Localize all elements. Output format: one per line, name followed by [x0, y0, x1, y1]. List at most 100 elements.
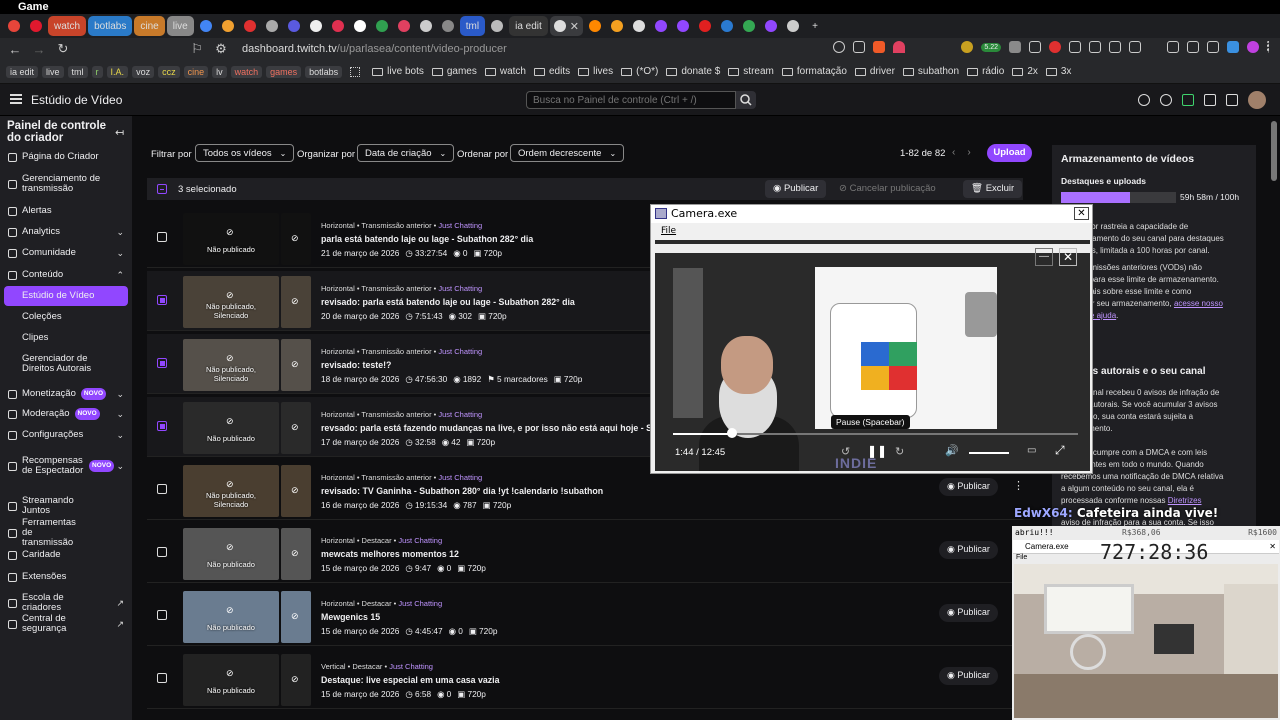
sidebar-subitem[interactable]: Clipes [0, 333, 132, 343]
zoom-icon[interactable] [833, 41, 846, 53]
extension-badge[interactable]: 5.22 [981, 42, 1001, 52]
help-icon[interactable] [1160, 94, 1172, 106]
video-row-checkbox[interactable] [157, 421, 167, 431]
next-page-icon[interactable]: › [967, 147, 982, 158]
sidebar-item[interactable]: Recompensas de Espectador NOVO ⌄ [0, 456, 132, 476]
browser-tab[interactable] [306, 16, 326, 36]
pause-button[interactable]: ❚❚ [867, 444, 887, 458]
bookmark-icon[interactable]: ⚐ [190, 41, 204, 57]
bookmark-pill[interactable]: botlabs [305, 65, 343, 78]
browser-tab[interactable] [761, 16, 781, 36]
publish-button[interactable]: ◉ Publicar [939, 667, 998, 685]
browser-tab[interactable] [284, 16, 304, 36]
publish-button[interactable]: ◉ Publicar [939, 541, 998, 559]
browser-tab[interactable] [394, 16, 414, 36]
browser-tab[interactable] [695, 16, 715, 36]
brave-shield-icon[interactable] [873, 41, 886, 53]
fullscreen-icon[interactable]: ⤢ [1055, 443, 1065, 458]
bookmark-pill[interactable]: I.A. [106, 65, 129, 78]
video-row-checkbox[interactable] [157, 484, 167, 494]
help-link[interactable]: acesse nosso [1174, 299, 1223, 308]
video-title[interactable]: Destaque: live especial em uma casa vazi… [321, 675, 499, 685]
camera-close-button[interactable]: ✕ [1074, 207, 1089, 220]
captions-icon[interactable]: ▭ [1027, 445, 1036, 456]
sidebar-item[interactable]: Moderação NOVO ⌄ [0, 408, 132, 420]
video-row[interactable]: ⊘ Não publicado ⊘ Horizontal • Destacar • J… [147, 523, 1023, 583]
video-thumbnail[interactable]: ⊘ Não publicado, Silenciado [183, 339, 279, 391]
bookmark-pill[interactable]: live [42, 65, 64, 78]
sidebar-subitem[interactable]: Coleções [0, 312, 132, 322]
bulk-delete-button[interactable]: 🗑 Excluir [963, 180, 1023, 198]
extension-icon[interactable] [1089, 41, 1101, 53]
extension-icon[interactable] [1129, 41, 1141, 53]
bookmark-folder[interactable]: edits [533, 66, 570, 77]
more-options-icon[interactable]: ⋮ [1013, 479, 1024, 492]
search-input[interactable] [526, 91, 736, 109]
bookmark-folder[interactable]: donate $ [666, 66, 720, 77]
extension-icon[interactable] [1029, 41, 1041, 53]
video-progress-handle[interactable] [727, 428, 737, 438]
bookmark-folder[interactable]: games [431, 66, 477, 77]
browser-tab[interactable] [416, 16, 436, 36]
video-row[interactable]: ⊘ Não publicado ⊘ Vertical • Destacar • Jus… [147, 649, 1023, 709]
extension-icon[interactable] [1207, 41, 1219, 53]
video-title[interactable]: Mewgenics 15 [321, 612, 380, 622]
sidebar-toggle-icon[interactable] [1167, 41, 1179, 53]
close-tab-icon[interactable]: ✕ [570, 20, 579, 33]
sidebar-subitem[interactable]: Estúdio de Vídeo [4, 286, 128, 306]
browser-tab[interactable] [783, 16, 803, 36]
rewind-icon[interactable]: ↺ [841, 445, 850, 458]
bookmark-pill[interactable]: r [91, 65, 103, 78]
video-title[interactable]: parla está batendo laje ou lage - Subath… [321, 234, 533, 244]
bulk-publish-button[interactable]: ◉ Publicar [765, 180, 827, 198]
sidebar-item[interactable]: Streamando Juntos [0, 496, 132, 516]
prev-page-icon[interactable]: ‹ [952, 147, 967, 158]
bits-icon[interactable] [1138, 94, 1150, 106]
video-title[interactable]: revisado: teste!? [321, 360, 391, 370]
browser-tab[interactable] [739, 16, 759, 36]
extension-icon[interactable] [961, 41, 974, 53]
video-category-link[interactable]: Just Chatting [438, 347, 482, 356]
browser-tab[interactable] [26, 16, 46, 36]
forward-icon[interactable]: → [32, 42, 46, 57]
bookmark-pill[interactable]: watch [230, 65, 263, 78]
video-category-link[interactable]: Just Chatting [438, 221, 482, 230]
video-title[interactable]: revsado: parla está fazendo mudanças na … [321, 423, 663, 433]
bookmark-pill[interactable]: games [266, 65, 302, 78]
video-category-link[interactable]: Just Chatting [389, 662, 433, 671]
volume-slider[interactable] [969, 452, 1009, 454]
browser-tab[interactable] [629, 16, 649, 36]
guidelines-link[interactable]: Diretrizes [1168, 496, 1202, 505]
browser-tab[interactable] [196, 16, 216, 36]
scrollbar-thumb[interactable] [1271, 121, 1277, 181]
sidebar-subitem[interactable]: Gerenciador de Direitos Autorais [0, 354, 110, 374]
bookmark-pill[interactable]: lv [212, 65, 227, 78]
filter-select[interactable]: Todos os vídeos ⌄ [195, 144, 295, 162]
sidebar-item[interactable]: Alertas [0, 206, 132, 216]
bookmark-folder[interactable]: stream [728, 66, 774, 77]
video-thumbnail[interactable]: ⊘ Não publicado [183, 402, 279, 454]
browser-tab[interactable] [607, 16, 627, 36]
bookmark-folder[interactable]: rádio [967, 66, 1004, 77]
browser-tab[interactable] [372, 16, 392, 36]
bookmark-folder[interactable]: subathon [902, 66, 959, 77]
video-title[interactable]: mewcats melhores momentos 12 [321, 549, 459, 559]
extension-icon[interactable] [1049, 41, 1061, 53]
apps-grid-icon[interactable] [350, 66, 361, 77]
sidebar-item[interactable]: Caridade [0, 550, 132, 560]
video-row-checkbox[interactable] [157, 673, 167, 683]
rewards-icon[interactable] [893, 41, 906, 53]
collapse-sidebar-icon[interactable]: ↤ [115, 126, 124, 139]
volume-icon[interactable]: 🔊 [945, 444, 959, 457]
sidebar-item[interactable]: Página do Criador [0, 152, 132, 162]
browser-tab[interactable] [673, 16, 693, 36]
video-category-link[interactable]: Just Chatting [438, 410, 482, 419]
video-row-checkbox[interactable] [157, 610, 167, 620]
browser-tab[interactable] [218, 16, 238, 36]
order-select[interactable]: Ordem decrescente ⌄ [510, 144, 625, 162]
browser-tab[interactable] [651, 16, 671, 36]
sidebar-item[interactable]: Gerenciamento de transmissão [0, 174, 132, 194]
bookmark-folder[interactable]: formatação [781, 66, 847, 77]
avatar[interactable] [1248, 91, 1266, 109]
new-tab-icon[interactable]: + [805, 16, 825, 36]
